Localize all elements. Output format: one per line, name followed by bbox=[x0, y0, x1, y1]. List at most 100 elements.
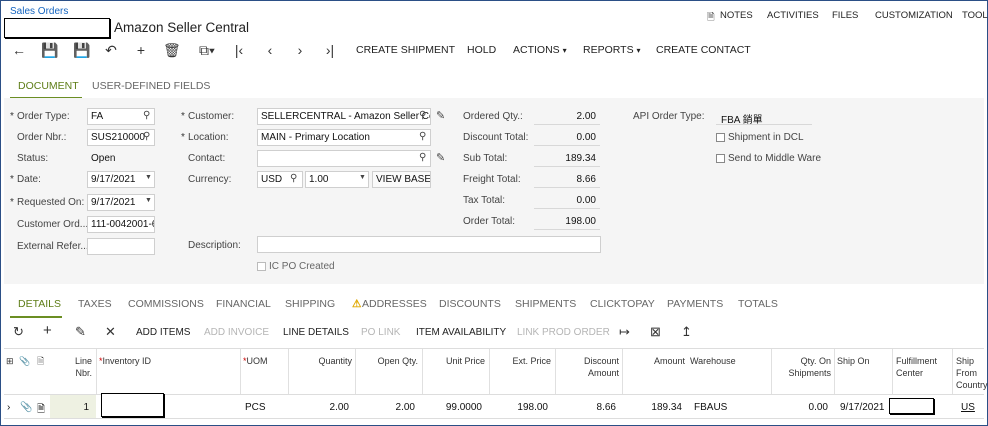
edit-pencil-icon[interactable]: ✎ bbox=[436, 151, 445, 164]
export-excel-icon[interactable]: ⊠ bbox=[650, 324, 661, 340]
line-details-button[interactable]: LINE DETAILS bbox=[283, 327, 349, 338]
next-record-icon[interactable]: › bbox=[292, 42, 308, 58]
tab-financial[interactable]: FINANCIAL bbox=[216, 298, 271, 310]
search-icon[interactable]: ⚲ bbox=[143, 110, 150, 121]
po-link-button[interactable]: PO LINK bbox=[361, 327, 400, 338]
col-open-qty[interactable]: Open Qty. bbox=[358, 355, 418, 367]
cell-warehouse[interactable]: FBAUS bbox=[694, 402, 727, 413]
refresh-icon[interactable]: ↻ bbox=[13, 324, 24, 340]
col-discount-amount[interactable]: Discount Amount bbox=[558, 355, 619, 379]
cell-quantity[interactable]: 2.00 bbox=[292, 402, 349, 413]
search-icon[interactable]: ⚲ bbox=[290, 173, 297, 184]
last-record-icon[interactable]: ›| bbox=[322, 42, 338, 58]
tab-details[interactable]: DETAILS bbox=[18, 298, 61, 310]
col-ext-price[interactable]: Ext. Price bbox=[490, 355, 551, 367]
save-icon[interactable]: 💾 bbox=[41, 42, 58, 59]
create-shipment-button[interactable]: CREATE SHIPMENT bbox=[356, 44, 455, 56]
description-field[interactable] bbox=[257, 236, 601, 253]
actions-menu[interactable]: ACTIONS ▾ bbox=[513, 44, 567, 56]
tab-taxes[interactable]: TAXES bbox=[78, 298, 112, 310]
top-nav-files[interactable]: FILES bbox=[832, 10, 858, 21]
tab-commissions[interactable]: COMMISSIONS bbox=[128, 298, 204, 310]
tab-clicktopay[interactable]: CLICKTOPAY bbox=[590, 298, 655, 310]
cell-ship-from-country[interactable]: US bbox=[961, 402, 975, 413]
note-icon[interactable]: 🗎 bbox=[37, 402, 45, 419]
col-quantity[interactable]: Quantity bbox=[292, 355, 352, 367]
tab-shipping[interactable]: SHIPPING bbox=[285, 298, 335, 310]
top-nav-tools[interactable]: TOOLS bbox=[962, 10, 988, 21]
chevron-down-icon[interactable]: ▼ bbox=[145, 174, 152, 181]
add-items-button[interactable]: ADD ITEMS bbox=[136, 327, 190, 338]
cell-unit-price[interactable]: 99.0000 bbox=[424, 402, 482, 413]
upload-icon[interactable]: ↥ bbox=[681, 324, 692, 340]
item-availability-button[interactable]: ITEM AVAILABILITY bbox=[416, 327, 506, 338]
notes-icon[interactable]: 🗎 bbox=[707, 10, 715, 26]
fit-columns-icon[interactable]: ↦ bbox=[619, 324, 630, 340]
tab-user-defined-fields[interactable]: USER-DEFINED FIELDS bbox=[92, 80, 210, 92]
location-field[interactable]: MAIN - Primary Location bbox=[257, 129, 431, 146]
chevron-down-icon[interactable]: ▼ bbox=[359, 174, 366, 181]
chevron-down-icon[interactable]: ▼ bbox=[145, 197, 152, 204]
create-contact-button[interactable]: CREATE CONTACT bbox=[656, 44, 751, 56]
add-icon[interactable]: + bbox=[133, 42, 149, 58]
top-nav-notes[interactable]: NOTES bbox=[720, 10, 753, 21]
cell-discount-amount[interactable]: 8.66 bbox=[558, 402, 616, 413]
delete-row-icon[interactable]: ✕ bbox=[105, 324, 116, 340]
col-uom[interactable]: *UOM bbox=[243, 355, 268, 367]
document-form bbox=[4, 98, 984, 284]
cell-qty-on-shipments[interactable]: 0.00 bbox=[774, 402, 828, 413]
tab-discounts[interactable]: DISCOUNTS bbox=[439, 298, 501, 310]
view-base-button[interactable]: VIEW BASE bbox=[372, 171, 431, 188]
top-nav-customization[interactable]: CUSTOMIZATION bbox=[875, 10, 953, 21]
col-warehouse[interactable]: Warehouse bbox=[690, 355, 736, 367]
search-icon[interactable]: ⚲ bbox=[143, 131, 150, 142]
ic-po-created-checkbox[interactable] bbox=[257, 262, 266, 271]
customer-ord-field[interactable]: 111-0042001-6 bbox=[87, 216, 155, 233]
tab-payments[interactable]: PAYMENTS bbox=[667, 298, 723, 310]
hold-button[interactable]: HOLD bbox=[467, 44, 496, 56]
top-nav-activities[interactable]: ACTIVITIES bbox=[767, 10, 819, 21]
back-arrow-icon[interactable]: ← bbox=[11, 42, 27, 58]
col-amount[interactable]: Amount bbox=[624, 355, 685, 367]
col-qty-on-shipments[interactable]: Qty. On Shipments bbox=[774, 355, 831, 379]
cell-ext-price[interactable]: 198.00 bbox=[490, 402, 548, 413]
reports-menu[interactable]: REPORTS ▾ bbox=[583, 44, 641, 56]
cell-open-qty[interactable]: 2.00 bbox=[358, 402, 415, 413]
search-icon[interactable]: ⚲ bbox=[419, 131, 426, 142]
col-unit-price[interactable]: Unit Price bbox=[424, 355, 485, 367]
edit-pencil-icon[interactable]: ✎ bbox=[75, 324, 86, 340]
col-fulfillment-center[interactable]: Fulfillment Center bbox=[896, 355, 937, 379]
copy-paste-icon[interactable]: ⧉▾ bbox=[196, 42, 218, 59]
send-to-middle-ware-checkbox[interactable] bbox=[716, 154, 725, 163]
cell-uom[interactable]: PCS bbox=[245, 402, 266, 413]
first-record-icon[interactable]: |‹ bbox=[231, 42, 247, 58]
attachment-icon[interactable]: 📎 bbox=[20, 402, 32, 413]
col-ship-on[interactable]: Ship On bbox=[837, 355, 870, 367]
tab-shipments[interactable]: SHIPMENTS bbox=[515, 298, 576, 310]
link-prod-order-button[interactable]: LINK PROD ORDER bbox=[517, 327, 610, 338]
shipment-in-dcl-checkbox[interactable] bbox=[716, 133, 725, 142]
col-inventory-id[interactable]: *Inventory ID bbox=[99, 355, 151, 367]
edit-pencil-icon[interactable]: ✎ bbox=[436, 109, 445, 122]
cell-amount[interactable]: 189.34 bbox=[624, 402, 682, 413]
col-ship-from-country[interactable]: Ship From Country bbox=[956, 355, 988, 391]
tab-addresses[interactable]: ADDRESSES bbox=[362, 298, 427, 310]
previous-record-icon[interactable]: ‹ bbox=[262, 42, 278, 58]
cell-line-nbr[interactable]: 1 bbox=[64, 402, 89, 413]
search-icon[interactable]: ⚲ bbox=[419, 152, 426, 163]
breadcrumb[interactable]: Sales Orders bbox=[10, 6, 68, 17]
contact-field[interactable] bbox=[257, 150, 431, 167]
search-icon[interactable]: ⚲ bbox=[419, 110, 426, 121]
customer-field[interactable]: SELLERCENTRAL - Amazon Seller Ce bbox=[257, 108, 431, 125]
add-invoice-button[interactable]: ADD INVOICE bbox=[204, 327, 269, 338]
row-expand-icon[interactable]: › bbox=[7, 402, 10, 413]
delete-icon[interactable]: 🗑 bbox=[163, 42, 181, 59]
tab-totals[interactable]: TOTALS bbox=[738, 298, 778, 310]
undo-icon[interactable]: ↶ bbox=[103, 42, 119, 59]
add-row-icon[interactable]: + bbox=[43, 322, 52, 339]
cell-ship-on[interactable]: 9/17/2021 bbox=[840, 402, 885, 413]
col-line-nbr[interactable]: Line Nbr. bbox=[64, 355, 92, 379]
tab-document[interactable]: DOCUMENT bbox=[18, 80, 79, 92]
external-ref-field[interactable] bbox=[87, 238, 155, 255]
save-close-icon[interactable]: 💾 bbox=[73, 42, 90, 59]
